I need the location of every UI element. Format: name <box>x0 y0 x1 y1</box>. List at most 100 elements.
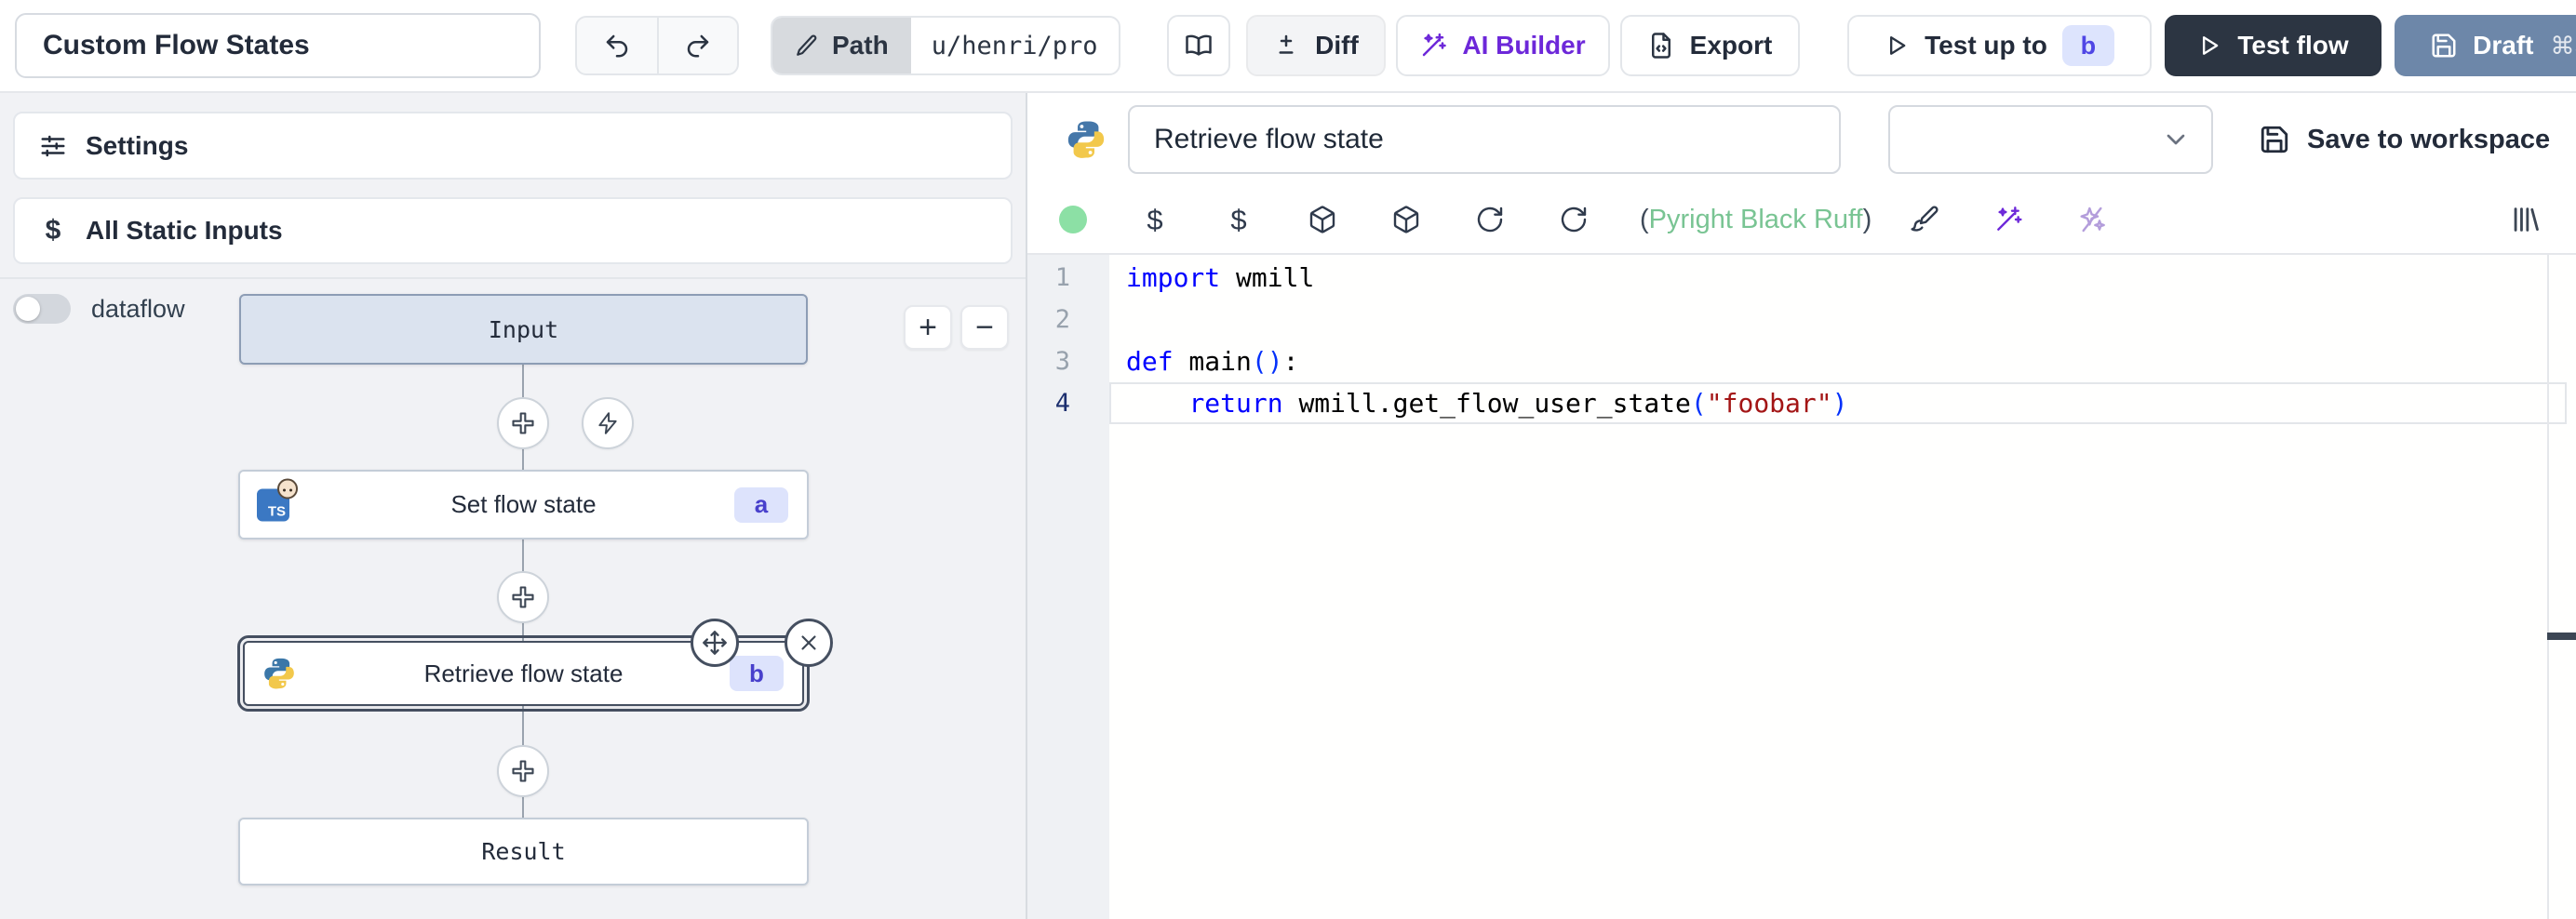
reload-icon[interactable] <box>1474 205 1506 234</box>
export-button[interactable]: Export <box>1620 15 1800 76</box>
step-id-badge: b <box>730 656 784 691</box>
line-number: 4 <box>1027 382 1070 424</box>
step-id-badge: a <box>734 487 788 523</box>
settings-label: Settings <box>86 131 188 161</box>
undo-redo-group <box>575 16 739 75</box>
static-inputs-label: All Static Inputs <box>86 216 283 246</box>
step-editor-header: Retrieve flow state Save to workspace <box>1027 93 2576 186</box>
graph-node-set-flow-state[interactable]: TS Set flow state a <box>238 470 809 539</box>
code-assistants-status[interactable]: (Pyright Black Ruff) <box>1640 205 1872 235</box>
redo-button[interactable] <box>657 18 737 73</box>
path-edit-segment[interactable]: Path <box>772 18 911 73</box>
save-to-workspace-button[interactable]: Save to workspace <box>2259 124 2550 155</box>
dataflow-toggle[interactable] <box>13 294 71 324</box>
chevron-down-icon <box>2161 125 2191 154</box>
node-label: Set flow state <box>450 490 596 519</box>
delete-node-button[interactable] <box>785 619 833 667</box>
code-line-4[interactable]: 4 return wmill.get_flow_user_state("foob… <box>1027 382 2576 424</box>
overview-ruler-mark <box>2547 633 2576 640</box>
diff-label: Diff <box>1315 31 1359 60</box>
save-icon <box>2259 124 2290 155</box>
play-icon <box>2196 33 2222 59</box>
wand-sparkles-icon <box>1419 32 1447 60</box>
line-number: 1 <box>1027 257 1070 299</box>
ai-builder-label: AI Builder <box>1462 31 1585 60</box>
language-select[interactable] <box>1888 105 2213 174</box>
package-icon[interactable] <box>1390 205 1422 234</box>
code-text: import wmill <box>1126 257 1314 299</box>
book-open-icon <box>1185 32 1213 60</box>
top-toolbar: Custom Flow States Path u/henri/pro <box>0 0 2576 93</box>
docs-button[interactable] <box>1167 15 1230 76</box>
save-icon <box>2430 32 2458 60</box>
code-line-2[interactable]: 2 <box>1027 299 2576 340</box>
diff-icon <box>1272 32 1300 60</box>
code-text: return wmill.get_flow_user_state("foobar… <box>1126 382 1847 424</box>
ai-wand-icon[interactable] <box>1992 205 2024 234</box>
save-draft-button[interactable]: Draft ⌘S <box>2395 15 2576 76</box>
test-flow-label: Test flow <box>2237 31 2348 60</box>
ai-builder-button[interactable]: AI Builder <box>1396 15 1610 76</box>
library-icon[interactable] <box>2509 204 2541 235</box>
insert-step-button[interactable] <box>497 745 549 797</box>
graph-node-input[interactable]: Input <box>239 294 808 365</box>
undo-button[interactable] <box>577 18 657 73</box>
pencil-icon <box>795 33 819 58</box>
step-name-input[interactable]: Retrieve flow state <box>1128 105 1841 174</box>
format-brush-icon[interactable] <box>1909 205 1940 234</box>
save-to-workspace-label: Save to workspace <box>2307 125 2550 155</box>
code-editor[interactable]: 1 import wmill 23def main():4 return wmill… <box>1027 253 2576 919</box>
flow-graph-canvas[interactable]: dataflow + − Input TS Set flow <box>0 279 1026 917</box>
zoom-in-button[interactable]: + <box>904 305 952 350</box>
insert-step-button[interactable] <box>497 397 549 449</box>
play-icon <box>1884 33 1910 59</box>
path-button-group[interactable]: Path u/henri/pro <box>771 16 1120 75</box>
diff-button[interactable]: Diff <box>1246 15 1386 76</box>
result-node-label: Result <box>481 838 565 865</box>
test-up-to-button[interactable]: Test up to b <box>1847 15 2152 76</box>
code-line-3[interactable]: 3def main(): <box>1027 340 2576 382</box>
test-flow-button[interactable]: Test flow <box>2165 15 2381 76</box>
path-label: Path <box>832 31 889 60</box>
test-up-to-label: Test up to <box>1925 31 2047 60</box>
draft-shortcut: ⌘S <box>2551 32 2576 60</box>
step-editor-panel: Retrieve flow state Save to workspace $ … <box>1027 93 2576 919</box>
undo-icon <box>603 32 631 60</box>
export-label: Export <box>1690 31 1773 60</box>
dataflow-label: dataflow <box>91 295 185 324</box>
all-static-inputs-button[interactable]: $ All Static Inputs <box>13 197 1013 264</box>
line-number: 3 <box>1027 340 1070 382</box>
insert-step-button[interactable] <box>497 571 549 623</box>
settings-button[interactable]: Settings <box>13 112 1013 180</box>
step-name-text: Retrieve flow state <box>1154 124 1384 155</box>
code-lines[interactable]: 1 import wmill 23def main():4 return wmill… <box>1027 257 2576 424</box>
editor-scrollbar[interactable] <box>2547 255 2549 919</box>
zoom-out-button[interactable]: − <box>960 305 1009 350</box>
draft-label: Draft <box>2473 31 2533 60</box>
add-trigger-button[interactable] <box>582 397 634 449</box>
dollar-icon: $ <box>39 215 67 246</box>
sliders-icon <box>39 132 67 160</box>
graph-node-result[interactable]: Result <box>238 818 809 886</box>
move-node-button[interactable] <box>691 619 739 667</box>
sparkles-icon[interactable] <box>2076 205 2108 234</box>
flow-sidebar: Settings $ All Static Inputs dataflow + … <box>0 93 1027 919</box>
language-status-dot <box>1059 206 1087 233</box>
resources-icon[interactable]: $ <box>1223 206 1254 234</box>
python-icon <box>1065 118 1107 161</box>
path-value: u/henri/pro <box>911 18 1119 73</box>
toggle-knob <box>16 297 40 321</box>
line-number: 2 <box>1027 299 1070 340</box>
input-node-label: Input <box>489 316 558 343</box>
file-code-icon <box>1647 32 1675 60</box>
python-icon <box>262 656 297 691</box>
flow-name-text: Custom Flow States <box>43 30 310 61</box>
reload-icon[interactable] <box>1558 205 1590 234</box>
flow-name-input[interactable]: Custom Flow States <box>15 13 541 78</box>
code-line-1[interactable]: 1 import wmill <box>1027 257 2576 299</box>
test-up-to-step-badge: b <box>2062 25 2114 66</box>
assistant-names: Pyright Black Ruff <box>1649 205 1863 234</box>
package-icon[interactable] <box>1307 205 1338 234</box>
bun-icon <box>277 478 298 499</box>
variables-icon[interactable]: $ <box>1139 206 1171 234</box>
